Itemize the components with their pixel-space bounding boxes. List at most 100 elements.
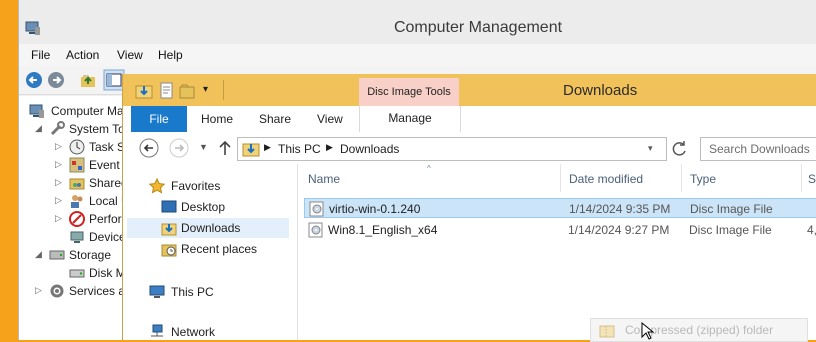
column-header-name[interactable]: Name xyxy=(308,172,340,186)
tree-label: Device xyxy=(89,230,126,244)
computer-icon xyxy=(29,103,45,119)
address-field[interactable]: ▶ This PC ▶ Downloads ▾ xyxy=(237,137,667,161)
nav-network[interactable]: Network xyxy=(123,322,297,342)
tab-home[interactable]: Home xyxy=(201,112,233,126)
menu-help[interactable]: Help xyxy=(158,48,183,62)
menu-view[interactable]: View xyxy=(117,48,143,62)
up-folder-icon[interactable] xyxy=(79,71,97,89)
drag-tooltip: Compressed (zipped) folder xyxy=(590,318,808,342)
column-header-date-modified[interactable]: Date modified xyxy=(569,172,643,186)
shared-folder-icon xyxy=(69,175,85,191)
expanded-arrow-icon[interactable]: ◢ xyxy=(35,249,45,260)
breadcrumb-chevron-icon[interactable]: ▶ xyxy=(326,142,333,153)
menu-file[interactable]: File xyxy=(31,48,50,62)
quick-access-dropdown-icon[interactable]: ▾ xyxy=(203,84,208,95)
refresh-button[interactable] xyxy=(668,137,692,161)
collapsed-arrow-icon[interactable]: ▷ xyxy=(55,195,65,206)
file-date-modified: 1/14/2024 9:27 PM xyxy=(568,223,670,237)
nav-favorites[interactable]: Favorites xyxy=(123,176,297,196)
collapsed-arrow-icon[interactable]: ▷ xyxy=(55,213,65,224)
tree-item-disk-management[interactable]: Disk M xyxy=(21,264,129,282)
back-arrow-icon[interactable] xyxy=(25,71,43,89)
menu-action[interactable]: Action xyxy=(66,48,99,62)
file-date-modified: 1/14/2024 9:35 PM xyxy=(569,202,671,216)
file-row-virtio-win[interactable]: virtio-win-0.1.240 1/14/2024 9:35 PM Dis… xyxy=(304,198,816,218)
tree-item-services[interactable]: ▷ Services a xyxy=(21,282,129,300)
tree-item-system-tools[interactable]: ◢ System To xyxy=(21,120,129,138)
file-list: ^ Name Date modified Type Si virtio-win-… xyxy=(298,164,816,340)
nav-desktop[interactable]: Desktop xyxy=(123,197,297,217)
column-header-size[interactable]: Si xyxy=(808,172,816,186)
tree-item-computer-management[interactable]: Computer Ma xyxy=(21,102,129,120)
disk-icon xyxy=(69,265,85,281)
tree-item-event-viewer[interactable]: ▷ Event xyxy=(21,156,129,174)
column-divider[interactable] xyxy=(560,164,561,192)
file-name: Win8.1_English_x64 xyxy=(328,223,438,237)
breadcrumb-chevron-icon[interactable]: ▶ xyxy=(264,142,271,153)
column-header-type[interactable]: Type xyxy=(690,172,716,186)
tree-label: Disk M xyxy=(89,266,126,280)
tab-file[interactable]: File xyxy=(131,106,187,132)
ribbon-tab-bar: File Home Share View xyxy=(123,106,816,133)
network-icon xyxy=(149,324,165,340)
up-arrow-icon[interactable] xyxy=(217,139,233,157)
clock-icon xyxy=(69,139,85,155)
nav-label: This PC xyxy=(171,285,214,299)
collapsed-arrow-icon[interactable]: ▷ xyxy=(55,141,65,152)
breadcrumb-this-pc[interactable]: This PC xyxy=(278,142,321,156)
tab-share[interactable]: Share xyxy=(259,112,291,126)
tab-manage[interactable]: Manage xyxy=(359,106,461,132)
expanded-arrow-icon[interactable]: ◢ xyxy=(35,123,45,134)
tab-view[interactable]: View xyxy=(317,112,343,126)
nav-label: Downloads xyxy=(181,221,241,235)
zip-folder-icon xyxy=(599,322,615,338)
breadcrumb-downloads[interactable]: Downloads xyxy=(340,142,399,156)
new-folder-icon[interactable] xyxy=(179,82,197,100)
collapsed-arrow-icon[interactable]: ▷ xyxy=(35,285,45,296)
collapsed-arrow-icon[interactable]: ▷ xyxy=(55,159,65,170)
nav-this-pc[interactable]: This PC xyxy=(123,282,297,302)
performance-icon xyxy=(69,211,85,227)
file-type: Disc Image File xyxy=(690,202,773,216)
nav-recent-places[interactable]: Recent places xyxy=(123,239,297,259)
nav-label: Desktop xyxy=(181,200,226,214)
tree-item-shared-folders[interactable]: ▷ Shared xyxy=(21,174,129,192)
mouse-cursor-icon xyxy=(641,322,655,340)
nav-downloads[interactable]: Downloads xyxy=(127,218,289,238)
tree-item-device-manager[interactable]: Device xyxy=(21,228,129,246)
cm-title-bar[interactable]: Computer Management xyxy=(19,0,816,44)
forward-arrow-icon[interactable] xyxy=(47,71,65,89)
tree-item-local-users[interactable]: ▷ Local U xyxy=(21,192,129,210)
collapsed-arrow-icon[interactable]: ▷ xyxy=(55,177,65,188)
properties-icon[interactable] xyxy=(159,82,175,100)
tree-label: Perfor xyxy=(89,212,122,226)
tree-item-performance[interactable]: ▷ Perfor xyxy=(21,210,129,228)
title-separator xyxy=(223,80,224,100)
download-folder-icon xyxy=(135,82,153,100)
nav-label: Favorites xyxy=(171,179,221,193)
tree-label: Event xyxy=(89,158,120,172)
search-field[interactable]: Search Downloads xyxy=(700,137,816,161)
column-divider[interactable] xyxy=(681,164,682,192)
file-row-win81[interactable]: Win8.1_English_x64 1/14/2024 9:27 PM Dis… xyxy=(304,220,816,240)
recent-places-icon xyxy=(161,241,177,257)
file-type: Disc Image File xyxy=(689,223,772,237)
back-button[interactable] xyxy=(139,138,159,158)
tree-label: Services a xyxy=(69,284,126,298)
tree-item-task-scheduler[interactable]: ▷ Task S xyxy=(21,138,129,156)
column-divider[interactable] xyxy=(801,164,802,192)
file-name: virtio-win-0.1.240 xyxy=(329,202,421,216)
explorer-title-bar[interactable]: ▾ Downloads xyxy=(123,74,816,106)
recent-locations-dropdown-icon[interactable]: ▼ xyxy=(199,142,208,152)
nav-label: Network xyxy=(171,325,216,339)
forward-button[interactable] xyxy=(169,138,189,158)
event-viewer-icon xyxy=(69,157,85,173)
tree-item-storage[interactable]: ◢ Storage xyxy=(21,246,129,264)
nav-label: Recent places xyxy=(181,242,258,256)
storage-icon xyxy=(49,247,65,263)
tree-label: Computer Ma xyxy=(51,104,124,118)
address-dropdown-icon[interactable]: ▾ xyxy=(648,143,653,154)
device-manager-icon xyxy=(69,229,85,245)
disc-image-icon xyxy=(309,201,325,217)
download-folder-icon xyxy=(242,140,260,158)
